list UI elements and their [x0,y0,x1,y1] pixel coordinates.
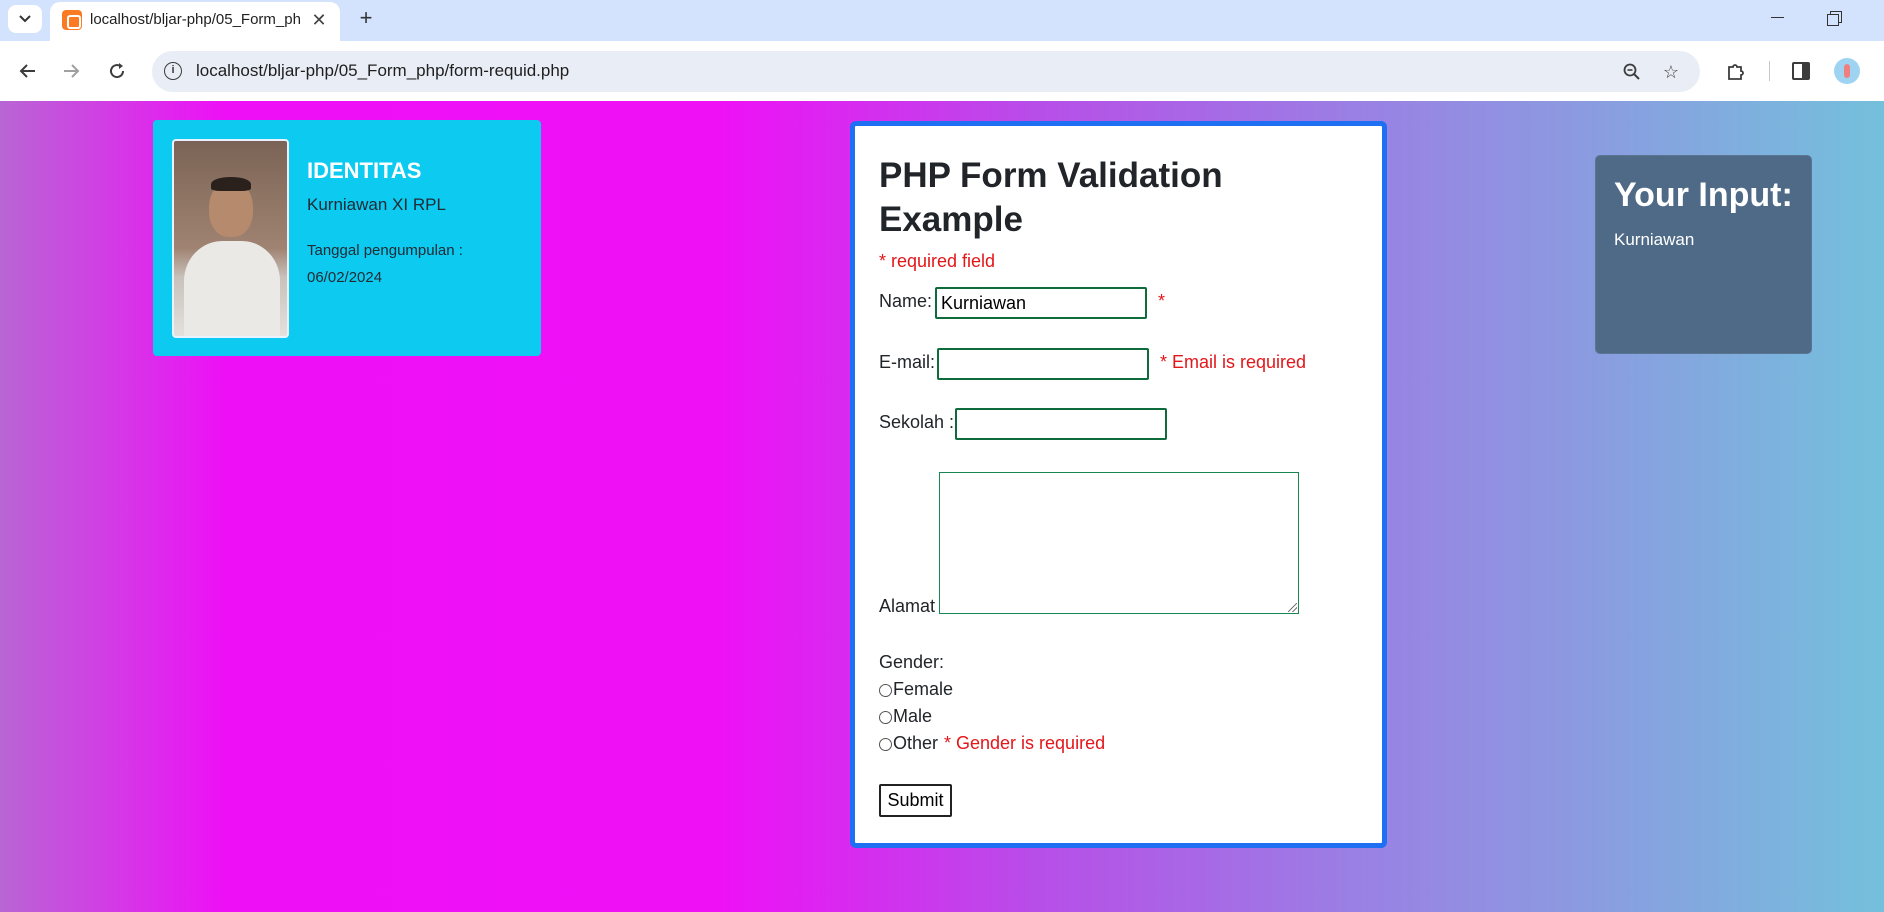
radio-female-label: Female [893,679,954,699]
address-bar[interactable]: i localhost/bljar-php/05_Form_php/form-r… [152,51,1700,92]
puzzle-icon[interactable] [1722,57,1750,85]
identity-date: 06/02/2024 [307,269,383,286]
photo-body-shape [184,241,280,336]
browser-tab[interactable]: localhost/bljar-php/05_Form_php/form-req… [50,2,340,41]
radio-other[interactable] [879,738,892,751]
side-panel-icon[interactable] [1792,62,1810,80]
arrow-right-icon[interactable] [56,56,86,86]
school-input[interactable] [955,408,1167,440]
minimize-icon[interactable] [1764,4,1792,32]
identity-date-label: Tanggal pengumpulan : [307,242,463,259]
star-icon[interactable]: ☆ [1658,59,1684,85]
tab-search-button[interactable] [8,5,42,33]
gender-label: Gender: [879,652,945,672]
validation-form: PHP Form Validation Example * required f… [850,121,1387,848]
browser-toolbar: i localhost/bljar-php/05_Form_php/form-r… [0,41,1884,101]
gender-error: * Gender is required [944,733,1106,753]
identity-title: IDENTITAS [307,158,422,183]
restore-icon[interactable] [1820,4,1848,32]
name-input[interactable] [935,287,1147,319]
address-textarea[interactable] [939,472,1299,614]
output-value: Kurniawan [1614,230,1695,249]
radio-female[interactable] [879,684,892,697]
address-label: Alamat [879,596,936,616]
radio-other-label: Other [893,733,939,753]
email-error: * Email is required [1160,352,1307,372]
identity-name: Kurniawan XI RPL [307,195,446,214]
plus-icon[interactable]: + [352,4,380,32]
close-icon[interactable]: ✕ [308,9,330,31]
url-text[interactable]: localhost/bljar-php/05_Form_php/form-req… [196,61,569,81]
resize-grip-icon[interactable] [1288,603,1297,612]
zoom-out-icon[interactable] [1619,59,1645,85]
chevron-down-icon [19,15,31,23]
output-title: Your Input: [1614,176,1793,214]
xampp-favicon-icon [62,10,82,30]
radio-male[interactable] [879,711,892,724]
school-label: Sekolah : [879,412,955,432]
radio-male-label: Male [893,706,933,726]
toolbar-separator [1769,61,1770,81]
page-background: IDENTITAS Kurniawan XI RPL Tanggal pengu… [0,101,1884,912]
photo-hair-shape [211,177,251,191]
required-note: * required field [879,251,996,271]
profile-avatar[interactable] [1834,58,1860,84]
reload-icon[interactable] [102,56,132,86]
tab-strip: localhost/bljar-php/05_Form_php/form-req… [0,0,1884,41]
output-card: Your Input: Kurniawan [1595,155,1812,354]
name-error: * [1158,291,1166,311]
profile-photo [172,139,289,338]
identity-card: IDENTITAS Kurniawan XI RPL Tanggal pengu… [153,120,541,356]
name-label: Name: [879,291,933,311]
email-label: E-mail: [879,352,936,372]
form-title: PHP Form Validation Example [879,156,1223,239]
site-info-icon[interactable]: i [164,62,182,80]
submit-button[interactable]: Submit [879,784,952,817]
tab-title: localhost/bljar-php/05_Form_php/form-req… [90,11,300,28]
email-input[interactable] [937,348,1149,380]
arrow-left-icon[interactable] [13,56,43,86]
